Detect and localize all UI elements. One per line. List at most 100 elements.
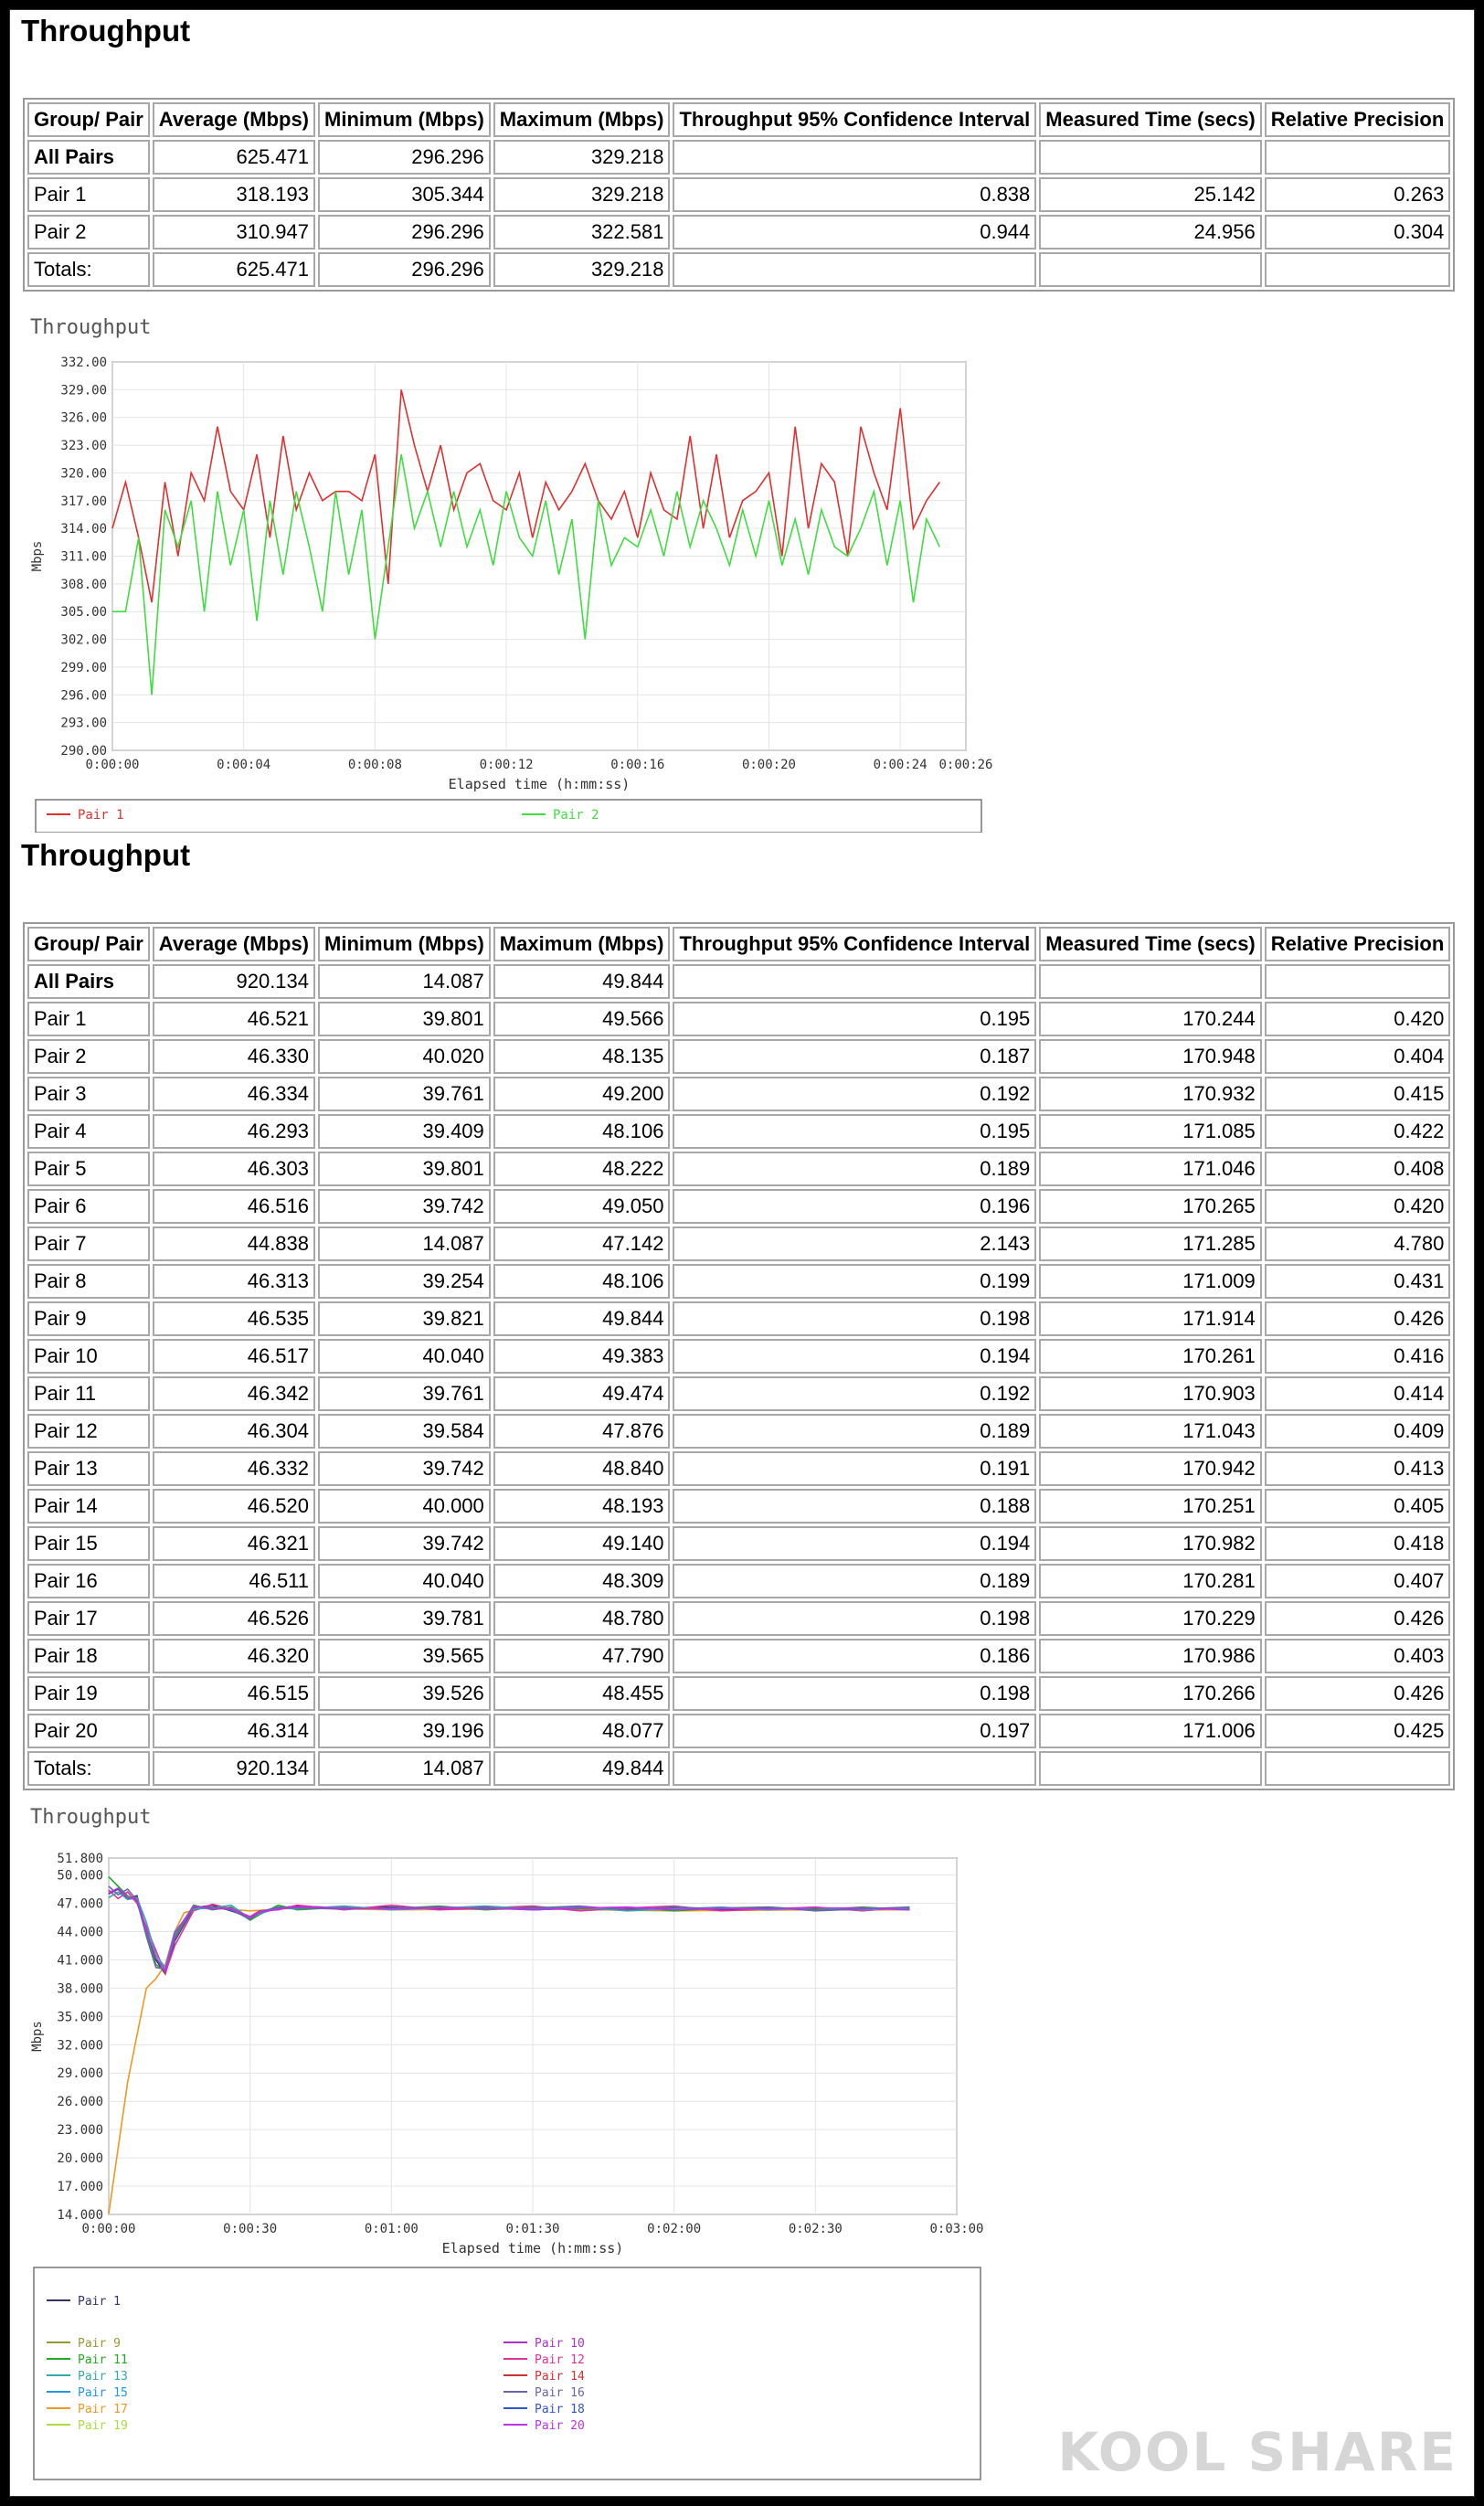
measured-time-cell: 170.942 (1039, 1451, 1262, 1486)
maximum-cell: 48.106 (493, 1114, 671, 1149)
table-row: Pair 1 46.521 39.801 49.566 0.195 170.244 0.42… (27, 1002, 1451, 1036)
confidence-cell: 0.198 (673, 1676, 1037, 1711)
minimum-cell: 39.801 (318, 1002, 491, 1036)
precision-cell: 0.407 (1264, 1564, 1451, 1598)
average-cell: 310.947 (152, 215, 316, 250)
table-row: Pair 2 46.330 40.020 48.135 0.187 170.948 0.40… (27, 1039, 1451, 1074)
legend-label: Pair 12 (535, 2353, 585, 2367)
group-cell: Pair 1 (27, 1002, 150, 1036)
minimum-cell: 40.040 (318, 1339, 491, 1374)
average-cell: 318.193 (152, 177, 316, 212)
x-tick-label: 0:00:20 (742, 758, 796, 772)
x-tick-label: 0:00:30 (223, 2222, 277, 2236)
column-header: Group/ Pair (27, 102, 150, 137)
minimum-cell: 14.087 (318, 1226, 491, 1261)
precision-cell: 0.404 (1264, 1039, 1451, 1074)
measured-time-cell (1039, 140, 1262, 175)
y-tick-label: 32.000 (57, 2038, 103, 2053)
average-cell: 46.535 (152, 1301, 316, 1336)
maximum-cell: 48.135 (493, 1039, 671, 1074)
average-cell: 46.321 (152, 1526, 316, 1561)
group-cell: Pair 5 (27, 1152, 150, 1186)
table-row: Pair 2 310.947 296.296 322.581 0.944 24.956 0.… (27, 215, 1451, 250)
table-row: Pair 17 46.526 39.781 48.780 0.198 170.229 0.4… (27, 1601, 1451, 1636)
legend-label: Pair 19 (78, 2419, 128, 2433)
group-cell: Pair 16 (27, 1564, 150, 1598)
average-cell: 46.342 (152, 1376, 316, 1411)
maximum-cell: 49.200 (493, 1077, 671, 1111)
group-cell: Pair 14 (27, 1489, 150, 1524)
minimum-cell: 296.296 (318, 215, 491, 250)
group-cell: Pair 7 (27, 1226, 150, 1261)
minimum-cell: 39.781 (318, 1601, 491, 1636)
table-header-row: Group/ Pair Average (Mbps) Minimum (Mbps) M… (27, 927, 1451, 961)
maximum-cell: 48.309 (493, 1564, 671, 1598)
column-header: Relative Precision (1264, 102, 1451, 137)
x-tick-label: 0:02:30 (789, 2222, 843, 2236)
minimum-cell: 39.584 (318, 1414, 491, 1449)
measured-time-cell: 171.085 (1039, 1114, 1262, 1149)
minimum-cell: 39.742 (318, 1189, 491, 1224)
y-tick-label: 35.000 (57, 2010, 103, 2024)
group-cell: Totals: (27, 252, 150, 287)
average-cell: 46.334 (152, 1077, 316, 1111)
table-header-row: Group/ Pair Average (Mbps) Minimum (Mbps) M… (27, 102, 1451, 137)
column-header: Throughput 95% Confidence Interval (673, 102, 1037, 137)
y-tick-label: 296.00 (60, 688, 107, 703)
minimum-cell: 14.087 (318, 964, 491, 999)
y-tick-label: 311.00 (60, 550, 107, 565)
precision-cell: 0.409 (1264, 1414, 1451, 1449)
measured-time-cell: 170.948 (1039, 1039, 1262, 1074)
minimum-cell: 14.087 (318, 1751, 491, 1786)
precision-cell: 0.420 (1264, 1002, 1451, 1036)
chart-title: Throughput (30, 316, 151, 339)
column-header: Maximum (Mbps) (493, 927, 671, 961)
column-header: Average (Mbps) (152, 102, 316, 137)
legend-box (33, 2267, 981, 2480)
average-cell: 920.134 (152, 964, 316, 999)
table-row: Pair 15 46.321 39.742 49.140 0.194 170.982 0.4… (27, 1526, 1451, 1561)
measured-time-cell: 171.914 (1039, 1301, 1262, 1336)
table-row: Pair 10 46.517 40.040 49.383 0.194 170.261 0.4… (27, 1339, 1451, 1374)
y-tick-label: 41.000 (57, 1953, 103, 1968)
group-cell: Pair 15 (27, 1526, 150, 1561)
maximum-cell: 49.566 (493, 1002, 671, 1036)
minimum-cell: 40.040 (318, 1564, 491, 1598)
average-cell: 46.320 (152, 1639, 316, 1673)
x-tick-label: 0:00:26 (938, 758, 992, 772)
maximum-cell: 329.218 (493, 177, 671, 212)
measured-time-cell: 170.261 (1039, 1339, 1262, 1374)
group-cell: Pair 4 (27, 1114, 150, 1149)
table-row: All Pairs 625.471 296.296 329.218 (27, 140, 1451, 175)
column-header: Maximum (Mbps) (493, 102, 671, 137)
maximum-cell: 47.142 (493, 1226, 671, 1261)
section-title: Throughput (21, 14, 191, 48)
watermark: KOOL SHARE (1057, 2421, 1458, 2483)
minimum-cell: 40.020 (318, 1039, 491, 1074)
measured-time-cell: 171.043 (1039, 1414, 1262, 1449)
maximum-cell: 322.581 (493, 215, 671, 250)
y-tick-label: 314.00 (60, 522, 107, 536)
legend-label: Pair 15 (78, 2386, 128, 2400)
maximum-cell: 49.844 (493, 964, 671, 999)
precision-cell: 0.420 (1264, 1189, 1451, 1224)
average-cell: 46.313 (152, 1264, 316, 1299)
measured-time-cell: 170.986 (1039, 1639, 1262, 1673)
average-cell: 46.516 (152, 1189, 316, 1224)
table-row: Pair 6 46.516 39.742 49.050 0.196 170.265 0.42… (27, 1189, 1451, 1224)
confidence-cell: 0.198 (673, 1301, 1037, 1336)
legend-label: Pair 14 (535, 2370, 585, 2384)
group-cell: Pair 17 (27, 1601, 150, 1636)
precision-cell: 0.414 (1264, 1376, 1451, 1411)
y-tick-label: 332.00 (60, 356, 107, 370)
legend-label: Pair 18 (535, 2403, 585, 2416)
y-tick-label: 50.000 (57, 1869, 103, 1884)
y-tick-label: 305.00 (60, 605, 107, 620)
maximum-cell: 48.455 (493, 1676, 671, 1711)
y-axis-label: Mbps (30, 2021, 45, 2052)
minimum-cell: 39.821 (318, 1301, 491, 1336)
minimum-cell: 296.296 (318, 140, 491, 175)
measured-time-cell: 170.281 (1039, 1564, 1262, 1598)
x-tick-label: 0:00:00 (85, 758, 139, 772)
y-tick-label: 14.000 (57, 2208, 103, 2223)
